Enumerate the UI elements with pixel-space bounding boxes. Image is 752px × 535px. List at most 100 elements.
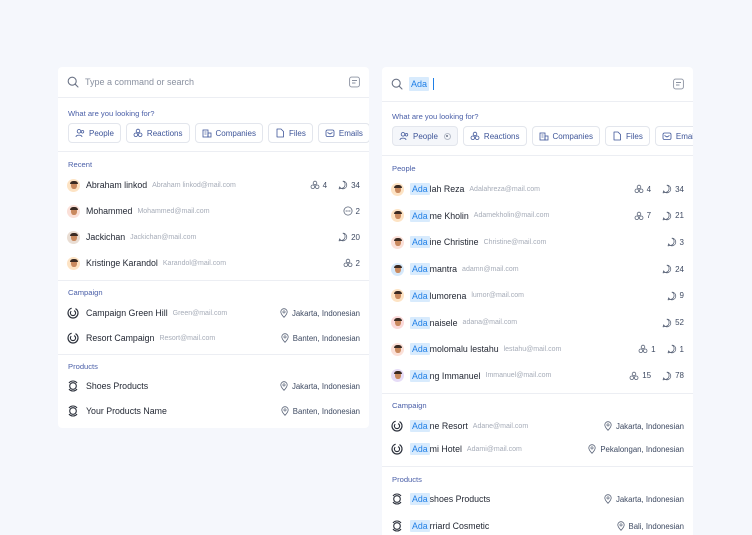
person-row[interactable]: Ada lumorena lumor@mail.com 9 — [382, 285, 693, 307]
emails-icon — [662, 132, 672, 140]
row-name: Ada ne Resort — [410, 420, 468, 432]
comments-count: 21 — [675, 211, 684, 221]
product-icon — [68, 405, 78, 417]
reactions-count: 7 — [646, 211, 652, 221]
location-pin-icon — [280, 381, 288, 391]
chip-files[interactable]: Files — [267, 123, 313, 143]
campaign-label: Campaign — [68, 288, 103, 297]
chip-reactions[interactable]: Reactions — [125, 123, 190, 143]
files-icon — [276, 128, 284, 138]
name-rest: mi Hotel — [429, 444, 462, 454]
reactions-icon — [638, 344, 648, 354]
product-icon — [68, 380, 78, 392]
campaign-row[interactable]: Resort Campaign Resort@mail.com Banten, … — [58, 327, 369, 349]
match-highlight: Ada — [410, 209, 430, 222]
chip-emails[interactable]: Emails — [317, 123, 369, 143]
comment-icon — [662, 371, 672, 381]
row-name: Ada lumorena — [410, 289, 466, 302]
row-stats: 3 — [667, 237, 684, 247]
location-pin-icon — [280, 308, 288, 318]
looking-for-label: What are you looking for? — [68, 109, 155, 118]
chip-reactions[interactable]: Reactions — [462, 126, 527, 146]
search-input[interactable] — [85, 77, 315, 87]
comment-icon — [662, 184, 672, 194]
row-location: Pekalongan, Indonesian — [587, 444, 684, 454]
divider — [58, 354, 369, 355]
avatar — [391, 369, 404, 383]
person-row[interactable]: Ada me Kholin Adamekholin@mail.com 7 21 — [382, 205, 693, 227]
row-stats: 15 78 — [629, 371, 684, 381]
reactions-icon — [310, 180, 320, 189]
comments-count: 78 — [675, 371, 684, 381]
product-row[interactable]: Shoes Products Jakarta, Indonesian — [58, 375, 369, 397]
row-email: adamn@mail.com — [462, 265, 519, 273]
person-row[interactable]: Ada ng Immanuel Immanuel@mail.com 15 78 — [382, 365, 693, 387]
chip-label: Companies — [215, 128, 256, 138]
row-email: Karandol@mail.com — [162, 259, 227, 267]
search-input[interactable]: Ada — [409, 77, 435, 91]
match-highlight: Ada — [410, 316, 430, 329]
divider — [382, 393, 693, 394]
recent-row[interactable]: Abraham linkod Abraham linkod@mail.com 4… — [58, 174, 369, 196]
filter-chips: People Reactions Companies Files Emails — [392, 126, 693, 146]
avatar — [391, 182, 404, 196]
divider — [58, 151, 369, 152]
recent-row[interactable]: Mohammed Mohammed@mail.com 2 — [58, 200, 369, 222]
command-palette-searching: Ada What are you looking for? People Rea… — [382, 67, 693, 535]
text-caret — [433, 78, 435, 90]
command-palette-default: What are you looking for? People Reactio… — [58, 67, 369, 428]
chip-emails[interactable]: Emails — [654, 126, 693, 146]
product-icon — [392, 520, 402, 532]
location-text: Jakarta, Indonesian — [291, 308, 360, 318]
chip-label: Files — [288, 128, 306, 138]
people-label: People — [392, 164, 416, 173]
person-row[interactable]: Ada molomalu lestahu lestahu@mail.com 1 1 — [382, 338, 693, 360]
more-icon — [343, 206, 353, 216]
name-rest: rriard Cosmetic — [429, 521, 490, 531]
comments-count: 24 — [675, 264, 684, 274]
campaign-row[interactable]: Ada ne Resort Adane@mail.com Jakarta, Ind… — [382, 415, 693, 437]
product-row[interactable]: Ada shoes Products Jakarta, Indonesian — [382, 488, 693, 510]
reactions-icon — [634, 211, 644, 220]
comment-icon — [338, 180, 348, 190]
comments-count: 1 — [679, 344, 684, 354]
chip-people[interactable]: People — [392, 126, 458, 146]
person-row[interactable]: Ada naisele adana@mail.com 52 — [382, 312, 693, 334]
product-row[interactable]: Your Products Name Banten, Indonesian — [58, 400, 369, 422]
row-email: Christine@mail.com — [483, 238, 547, 246]
comments-count: 52 — [675, 318, 684, 327]
chip-label: Reactions — [483, 131, 520, 141]
row-email: Resort@mail.com — [159, 334, 216, 342]
chip-companies[interactable]: Companies — [531, 126, 600, 146]
search-icon — [391, 78, 403, 90]
location-pin-icon — [588, 444, 596, 454]
person-row[interactable]: Ada ine Christine Christine@mail.com 3 — [382, 231, 693, 253]
recent-row[interactable]: Kristinge Karandol Karandol@mail.com 2 — [58, 252, 369, 274]
match-highlight: Ada — [410, 443, 430, 455]
divider — [382, 466, 693, 467]
person-row[interactable]: Ada lah Reza Adalahreza@mail.com 4 34 — [382, 178, 693, 200]
command-icon[interactable] — [349, 76, 360, 88]
row-location: Banten, Indonesian — [280, 333, 360, 343]
comments-count: 20 — [351, 232, 360, 242]
chip-people[interactable]: People — [68, 123, 121, 143]
chip-label: Emails — [338, 128, 363, 138]
row-name: Your Products Name — [86, 406, 167, 416]
command-icon[interactable] — [673, 78, 684, 90]
reactions-icon — [470, 131, 480, 140]
avatar — [67, 178, 80, 192]
chip-files[interactable]: Files — [604, 126, 650, 146]
campaign-icon — [391, 420, 403, 432]
recent-row[interactable]: Jackichan Jackichan@mail.com 20 — [58, 226, 369, 248]
row-name: Campaign Green Hill — [86, 308, 168, 318]
chip-companies[interactable]: Companies — [194, 123, 263, 143]
recent-label: Recent — [68, 160, 93, 169]
campaign-row[interactable]: Campaign Green Hill Green@mail.com Jakar… — [58, 302, 369, 324]
product-row[interactable]: Ada rriard Cosmetic Bali, Indonesian — [382, 515, 693, 535]
row-name: Ada molomalu lestahu — [410, 343, 499, 356]
match-highlight: Ada — [410, 236, 430, 249]
row-email: Jackichan@mail.com — [130, 233, 197, 241]
campaign-row[interactable]: Ada mi Hotel Adami@mail.com Pekalongan, I… — [382, 438, 693, 460]
row-location: Jakarta, Indonesian — [279, 381, 360, 391]
person-row[interactable]: Ada mantra adamn@mail.com 24 — [382, 258, 693, 280]
